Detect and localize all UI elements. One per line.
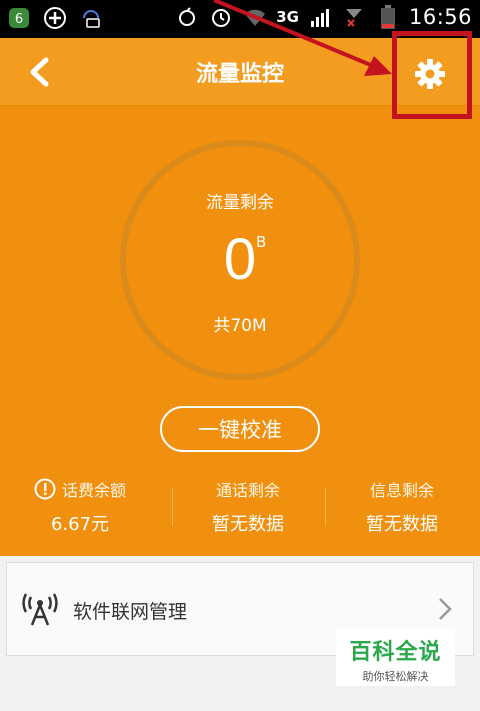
usage-unit: B <box>256 233 267 251</box>
wifi-icon <box>242 4 268 30</box>
antenna-icon <box>22 593 58 626</box>
clock: 16:56 <box>408 5 472 29</box>
plus-circle-icon <box>42 5 68 31</box>
stat-balance-value: 6.67元 <box>50 514 110 535</box>
status-left-icons: 6 <box>6 5 104 31</box>
status-right-icons: 3G 16:56 <box>174 4 472 30</box>
gear-icon <box>415 59 445 89</box>
watermark-logo: 百科全说 助你轻松解决 <box>336 628 455 686</box>
usage-value: 0 <box>223 227 257 292</box>
usage-total: 共70M <box>213 316 267 336</box>
stat-balance-label: 话费余额 <box>61 481 126 500</box>
stat-sms[interactable]: 信息剩余 暂无数据 <box>322 476 480 536</box>
calibrate-button[interactable]: 一键校准 <box>160 406 320 452</box>
usage-label: 流量剩余 <box>206 193 274 213</box>
network-type: 3G <box>276 8 299 26</box>
signal-icon <box>307 4 333 30</box>
stat-sms-label: 信息剩余 <box>369 481 434 500</box>
stat-calls-value: 暂无数据 <box>212 514 284 535</box>
settings-button[interactable] <box>411 55 449 93</box>
app-badge-icon: 6 <box>6 5 32 31</box>
list-item-label: 软件联网管理 <box>73 601 188 623</box>
page-title: 流量监控 <box>195 62 284 87</box>
status-bar: 6 3G 16:56 <box>0 0 480 38</box>
sync-icon <box>174 4 200 30</box>
stat-sms-value: 暂无数据 <box>366 514 438 535</box>
svg-text:6: 6 <box>15 12 23 27</box>
battery-icon <box>375 4 401 30</box>
title-bar: 流量监控 <box>0 31 480 119</box>
watermark-title: 百科全说 <box>349 640 442 665</box>
chat-icon <box>78 5 104 31</box>
stat-balance[interactable]: 话费余额 6.67元 <box>0 476 160 536</box>
info-circle-icon <box>34 478 56 500</box>
stats-row: 话费余额 6.67元 通话剩余 暂无数据 信息剩余 暂无数据 <box>0 476 480 536</box>
stat-calls-label: 通话剩余 <box>215 481 280 500</box>
alarm-icon <box>208 4 234 30</box>
stat-calls[interactable]: 通话剩余 暂无数据 <box>168 476 328 536</box>
watermark-subtitle: 助你轻松解决 <box>362 670 429 683</box>
chevron-right-icon <box>439 598 452 620</box>
traffic-panel: 流量监控 流量剩余 0 B 共70M 一键校准 话费余额 6.67元 通话剩余 … <box>0 31 480 556</box>
signal-no-service-icon <box>341 4 367 30</box>
